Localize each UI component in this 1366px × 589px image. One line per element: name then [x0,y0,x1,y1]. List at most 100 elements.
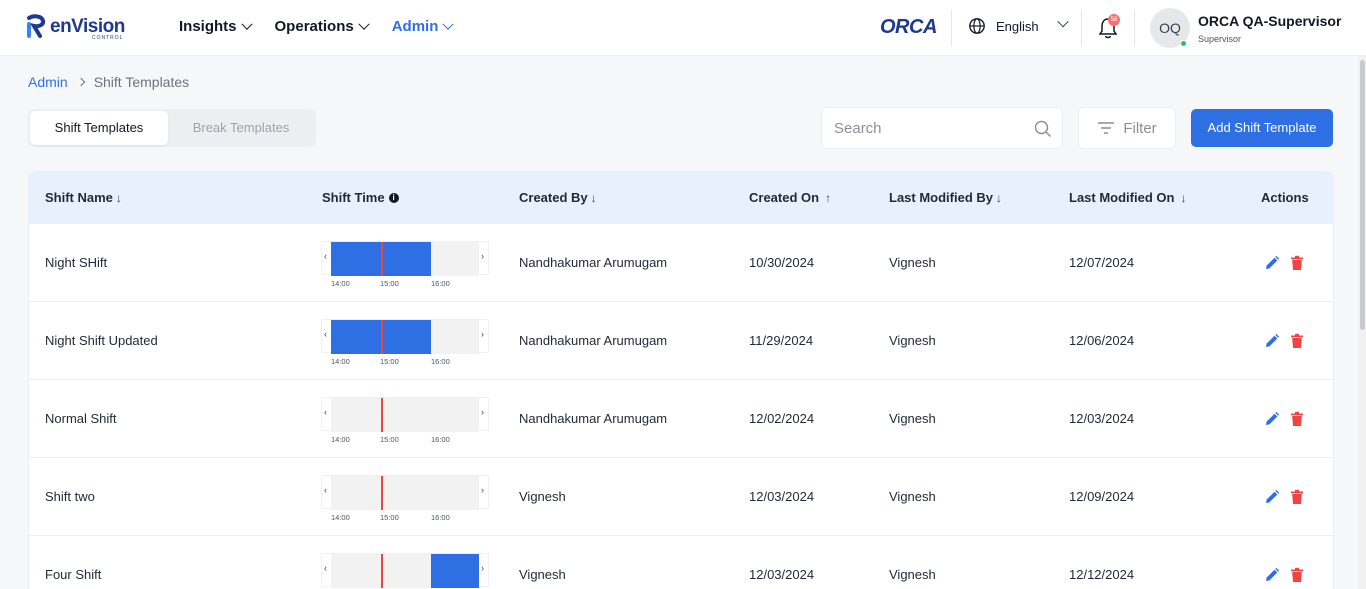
shift-time-timeline[interactable]: ‹›14:0015:0016:00 [321,549,489,589]
sort-down-icon: ↓ [996,190,1003,205]
brand-subtitle: CONTROL [92,35,124,41]
column-label: Created By [519,190,588,205]
shift-name-cell: Night Shift Updated [45,333,158,348]
user-name[interactable]: ORCA QA-Supervisor [1198,13,1341,29]
chevron-left-icon[interactable]: ‹ [324,407,327,417]
breadcrumb-admin-link[interactable]: Admin [28,74,68,90]
breadcrumb-current: Shift Templates [93,74,190,90]
globe-icon [969,18,985,34]
table-row[interactable]: Shift two Vignesh 12/03/2024 Vignesh 12/09/2… [29,458,1333,536]
add-shift-template-button[interactable]: Add Shift Template [1191,109,1333,147]
delete-icon[interactable] [1290,333,1304,349]
orca-logo: ORCA [880,16,937,38]
chevron-right-icon[interactable]: › [481,407,484,417]
modified-by-cell: Vignesh [889,411,936,426]
template-tabs: Shift Templates Break Templates [28,109,316,147]
column-label: Last Modified By [889,190,994,205]
chevron-right-icon[interactable]: › [481,251,484,261]
table-row[interactable]: Night Shift Updated Nandhakumar Arumugam 1… [29,302,1333,380]
modified-on-cell: 12/07/2024 [1069,255,1135,270]
column-actions: Actions [1261,190,1309,205]
scrollbar-thumb[interactable] [1360,60,1365,330]
shift-templates-table: Shift Name ↓ Shift Time i Created By ↓ Crea… [28,171,1334,589]
column-last-modified-by[interactable]: Last Modified By ↓ [889,190,1002,205]
sort-up-icon: ↑ [825,190,832,205]
created-by-cell: Nandhakumar Arumugam [519,333,668,348]
shift-time-timeline[interactable]: ‹›14:0015:0016:00 [321,315,489,367]
shift-time-timeline[interactable]: ‹›14:0015:0016:00 [321,237,489,289]
online-status-dot [1180,40,1187,47]
chevron-left-icon[interactable]: ‹ [324,485,327,495]
delete-icon[interactable] [1290,255,1304,271]
edit-icon[interactable] [1264,255,1280,271]
shift-time-timeline[interactable]: ‹›14:0015:0016:00 [321,471,489,523]
current-time-line [381,242,383,276]
modified-by-cell: Vignesh [889,489,936,504]
created-by-cell: Vignesh [519,489,566,504]
tab-shift-templates[interactable]: Shift Templates [30,111,168,145]
edit-icon[interactable] [1264,567,1280,583]
created-on-cell: 11/29/2024 [749,333,814,348]
edit-icon[interactable] [1264,411,1280,427]
delete-icon[interactable] [1290,567,1304,583]
chevron-right-icon[interactable]: › [481,329,484,339]
chevron-left-icon[interactable]: ‹ [324,329,327,339]
timeline-tick-label: 16:00 [431,435,450,444]
current-time-line [381,398,383,432]
edit-icon[interactable] [1264,333,1280,349]
column-label: Shift Time [322,190,385,205]
timeline-track [331,476,479,510]
timeline-track [331,398,479,432]
delete-icon[interactable] [1290,489,1304,505]
column-label: Created On [749,190,820,205]
column-label: Actions [1261,190,1309,205]
timeline-tick-label: 16:00 [431,279,450,288]
filter-button[interactable]: Filter [1078,107,1176,149]
search-icon[interactable] [1034,120,1052,138]
divider [951,10,952,46]
chevron-left-icon[interactable]: ‹ [324,251,327,261]
timeline-tick-label: 15:00 [380,279,399,288]
modified-on-cell: 12/12/2024 [1069,567,1135,582]
created-by-cell: Nandhakumar Arumugam [519,255,668,270]
timeline-tick-label: 14:00 [331,357,350,366]
column-shift-name[interactable]: Shift Name ↓ [45,190,122,205]
table-row[interactable]: Four Shift Vignesh 12/03/2024 Vignesh 12/12/… [29,536,1333,589]
chevron-right-icon[interactable]: › [481,563,484,573]
modified-on-cell: 12/09/2024 [1069,489,1135,504]
modified-by-cell: Vignesh [889,255,936,270]
table-header: Shift Name ↓ Shift Time i Created By ↓ Crea… [29,172,1333,224]
nav-insights[interactable]: Insights [179,18,253,35]
delete-icon[interactable] [1290,411,1304,427]
column-created-on[interactable]: Created On ↑ [749,190,831,205]
created-on-cell: 12/03/2024 [749,567,815,582]
chevron-down-icon [240,18,253,30]
chevron-left-icon[interactable]: ‹ [324,563,327,573]
column-last-modified-on[interactable]: Last Modified On ↓ [1069,190,1186,205]
nav-admin[interactable]: Admin [392,18,455,35]
timeline-tick-label: 15:00 [380,513,399,522]
column-label: Last Modified On [1069,190,1175,205]
notification-badge: 58 [1108,14,1120,26]
sort-down-icon: ↓ [115,190,122,205]
nav-operations-label: Operations [274,18,354,35]
language-selector[interactable]: English [968,16,1069,35]
nav-operations[interactable]: Operations [274,18,370,35]
current-time-line [381,554,383,588]
shift-name-cell: Four Shift [45,567,102,582]
shift-duration-bar [431,554,479,588]
filter-label: Filter [1123,119,1157,137]
filter-icon [1098,122,1115,134]
info-icon[interactable]: i [388,192,399,203]
edit-icon[interactable] [1264,489,1280,505]
search-input[interactable] [834,118,1024,138]
chevron-right-icon[interactable]: › [481,485,484,495]
shift-time-timeline[interactable]: ‹›14:0015:0016:00 [321,393,489,445]
timeline-tick-label: 14:00 [331,513,350,522]
current-time-line [381,476,383,510]
table-row[interactable]: Normal Shift Nandhakumar Arumugam 12/02/20… [29,380,1333,458]
table-row[interactable]: Night SHift Nandhakumar Arumugam 10/30/202… [29,224,1333,302]
divider [1134,10,1135,46]
tab-break-templates[interactable]: Break Templates [170,111,312,145]
column-created-by[interactable]: Created By ↓ [519,190,597,205]
